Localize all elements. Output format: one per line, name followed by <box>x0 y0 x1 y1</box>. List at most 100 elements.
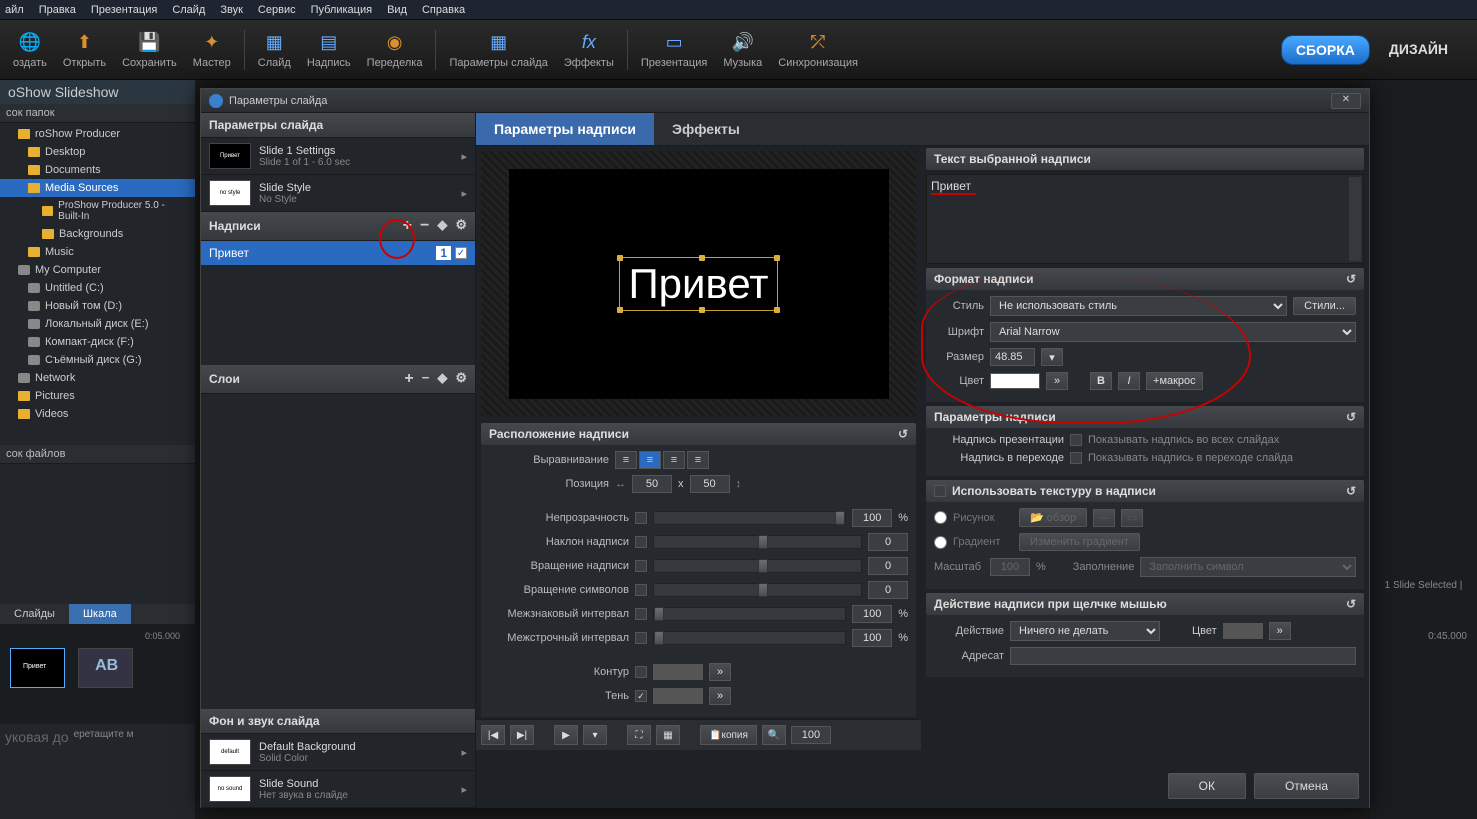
skew-input[interactable] <box>868 533 908 551</box>
color-swatch[interactable] <box>990 373 1040 389</box>
char-rotation-input[interactable] <box>868 581 908 599</box>
next-slide-button[interactable]: ▶| <box>510 725 534 745</box>
timeline-slide[interactable]: Привет <box>10 648 65 688</box>
tool-slide-options[interactable]: ▦Параметры слайда <box>441 25 555 74</box>
texture-image-radio[interactable] <box>934 511 947 524</box>
gradient-button[interactable]: Изменить градиент <box>1019 533 1140 551</box>
destination-input[interactable] <box>1010 647 1356 665</box>
move-layer-button[interactable]: ◆ <box>437 370 447 388</box>
fullscreen-button[interactable]: ⛶ <box>627 725 651 745</box>
menu-service[interactable]: Сервис <box>258 4 296 16</box>
cancel-button[interactable]: Отмена <box>1254 773 1359 799</box>
add-caption-button[interactable]: + <box>403 217 412 235</box>
tool-effects[interactable]: fxЭффекты <box>556 25 622 74</box>
tree-item[interactable]: Съёмный диск (G:) <box>0 351 195 369</box>
reset-caption-params-button[interactable]: ↺ <box>1346 410 1356 424</box>
tree-item[interactable]: My Computer <box>0 261 195 279</box>
menu-publish[interactable]: Публикация <box>311 4 372 16</box>
tree-item[interactable]: Desktop <box>0 143 195 161</box>
tree-item[interactable]: Backgrounds <box>0 225 195 243</box>
layer-settings-button[interactable]: ⚙ <box>455 370 467 388</box>
action-select[interactable]: Ничего не делать <box>1010 621 1160 641</box>
sound-row[interactable]: no sound Slide SoundНет звука в слайде ▸ <box>201 771 475 808</box>
tree-item[interactable]: Videos <box>0 405 195 423</box>
position-x-input[interactable] <box>632 475 672 493</box>
texture-edit-button[interactable]: ▭ <box>1121 509 1143 527</box>
char-rotation-slider[interactable] <box>653 583 862 597</box>
tree-item[interactable]: Компакт-диск (F:) <box>0 333 195 351</box>
menu-file[interactable]: айл <box>5 4 24 16</box>
reset-action-button[interactable]: ↺ <box>1346 597 1356 611</box>
line-spacing-checkbox[interactable] <box>635 632 647 644</box>
outline-checkbox[interactable] <box>635 666 647 678</box>
char-rotation-checkbox[interactable] <box>635 584 647 596</box>
mode-design[interactable]: ДИЗАЙН <box>1375 35 1462 65</box>
slide-style-row[interactable]: no style Slide StyleNo Style ▸ <box>201 175 475 212</box>
tree-item[interactable]: Documents <box>0 161 195 179</box>
tab-caption-params[interactable]: Параметры надписи <box>476 113 654 145</box>
reset-position-button[interactable]: ↺ <box>898 427 908 441</box>
menu-presentation[interactable]: Презентация <box>91 4 157 16</box>
tree-item[interactable]: ProShow Producer 5.0 - Built-In <box>0 197 195 225</box>
position-y-input[interactable] <box>690 475 730 493</box>
skew-slider[interactable] <box>653 535 862 549</box>
tree-item[interactable]: Music <box>0 243 195 261</box>
skew-checkbox[interactable] <box>635 536 647 548</box>
line-spacing-slider[interactable] <box>653 631 846 645</box>
tree-item[interactable]: Untitled (C:) <box>0 279 195 297</box>
line-spacing-input[interactable] <box>852 629 892 647</box>
tool-new[interactable]: 🌐оздать <box>5 25 55 74</box>
remove-layer-button[interactable]: − <box>422 370 430 388</box>
browse-button[interactable]: 📂 обзор <box>1019 508 1087 527</box>
dialog-titlebar[interactable]: Параметры слайда ✕ <box>201 89 1369 113</box>
tree-item[interactable]: Новый том (D:) <box>0 297 195 315</box>
transition-caption-checkbox[interactable] <box>1070 452 1082 464</box>
tool-music[interactable]: 🔊Музыка <box>715 25 770 74</box>
add-layer-button[interactable]: + <box>404 370 413 388</box>
menu-sound[interactable]: Звук <box>220 4 243 16</box>
style-select[interactable]: Не использовать стиль <box>990 296 1287 316</box>
styles-button[interactable]: Стили... <box>1293 297 1356 315</box>
menu-slide[interactable]: Слайд <box>172 4 205 16</box>
rotation-checkbox[interactable] <box>635 560 647 572</box>
preview-area[interactable]: Привет <box>481 151 916 416</box>
menu-view[interactable]: Вид <box>387 4 407 16</box>
caption-settings-button[interactable]: ⚙ <box>455 217 467 235</box>
reset-texture-button[interactable]: ↺ <box>1346 484 1356 498</box>
tree-item[interactable]: roShow Producer <box>0 125 195 143</box>
timeline[interactable]: 0:05.000 Привет AB <box>0 624 195 724</box>
background-row[interactable]: default Default BackgroundSolid Color ▸ <box>201 734 475 771</box>
caption-list-item[interactable]: Привет 1 ✓ <box>201 241 475 265</box>
outline-color[interactable] <box>653 664 703 680</box>
align-left-button[interactable]: ≡ <box>615 451 637 469</box>
tool-open[interactable]: ⬆Открыть <box>55 25 114 74</box>
grid-button[interactable]: ▦ <box>656 725 680 745</box>
copy-button[interactable]: 📋 копия <box>700 725 757 745</box>
italic-button[interactable]: I <box>1118 372 1140 390</box>
texture-clear-button[interactable]: — <box>1093 509 1115 527</box>
texture-checkbox[interactable] <box>934 485 946 497</box>
tool-add-slide[interactable]: ▦Слайд <box>250 25 299 74</box>
mode-build[interactable]: СБОРКА <box>1281 35 1370 65</box>
rotation-slider[interactable] <box>653 559 862 573</box>
slide-settings-row[interactable]: Привет Slide 1 SettingsSlide 1 of 1 - 6.… <box>201 138 475 175</box>
char-spacing-input[interactable] <box>852 605 892 623</box>
opacity-slider[interactable] <box>653 511 846 525</box>
caption-text-input[interactable]: Привет <box>926 174 1364 264</box>
texture-scale-input[interactable] <box>990 558 1030 576</box>
play-button[interactable]: ▶ <box>554 725 578 745</box>
remove-caption-button[interactable]: − <box>420 217 429 235</box>
tree-item-selected[interactable]: Media Sources <box>0 179 195 197</box>
action-color[interactable] <box>1223 623 1263 639</box>
tab-effects[interactable]: Эффекты <box>654 113 758 145</box>
close-button[interactable]: ✕ <box>1331 93 1361 109</box>
tree-item[interactable]: Network <box>0 369 195 387</box>
opacity-input[interactable] <box>852 509 892 527</box>
menu-edit[interactable]: Правка <box>39 4 76 16</box>
opacity-checkbox[interactable] <box>635 512 647 524</box>
tool-sync[interactable]: ⤱Синхронизация <box>770 25 866 74</box>
ok-button[interactable]: ОК <box>1168 773 1246 799</box>
shadow-checkbox[interactable]: ✓ <box>635 690 647 702</box>
shadow-more-button[interactable]: » <box>709 687 731 705</box>
align-justify-button[interactable]: ≡ <box>687 451 709 469</box>
